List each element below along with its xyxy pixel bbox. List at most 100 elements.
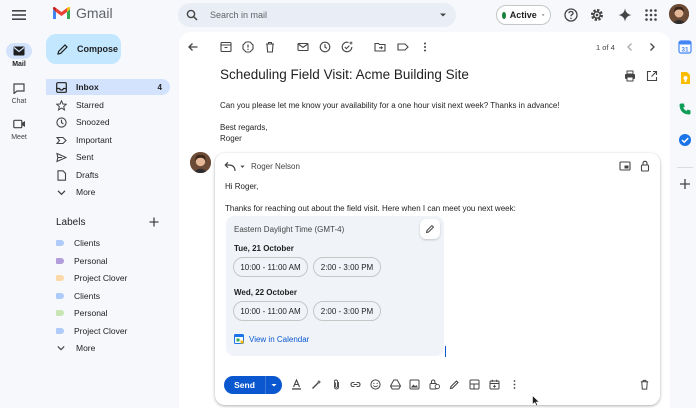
labels-heading: Labels [56,217,86,228]
more-vert-icon [424,42,426,52]
apps-button[interactable] [643,7,659,23]
paperclip-icon [334,379,339,390]
search-input[interactable] [210,10,438,20]
archive-button[interactable] [220,41,232,53]
calendar-app-icon: 31 [678,40,692,54]
label-personal[interactable]: Personal [56,256,108,266]
move-to-button[interactable] [374,41,386,53]
insert-link-button[interactable] [350,379,361,390]
nav-sent[interactable]: Sent [46,149,170,165]
mouse-cursor [532,395,540,407]
label-clients-2[interactable]: Clients [56,291,100,301]
label-name: Clients [74,238,100,248]
back-button[interactable] [187,41,199,53]
schedule-send-button[interactable] [266,381,282,389]
nav-important[interactable]: Important [46,132,170,148]
search-bar[interactable] [178,3,456,27]
side-tasks-button[interactable] [678,133,692,147]
side-keep-button[interactable] [678,71,692,85]
help-me-write-button[interactable] [311,379,322,390]
rail-chat-label: Chat [11,98,27,105]
chevron-down-icon [240,165,245,168]
formatting-button[interactable] [291,379,302,390]
search-icon[interactable] [186,9,198,21]
reply-greeting[interactable]: Hi Roger, [225,182,258,191]
report-spam-button[interactable] [242,41,254,53]
compose-label: Compose [77,44,119,54]
chevron-down-icon [271,384,277,387]
popout-button[interactable] [619,160,631,172]
rail-mail[interactable]: Mail [0,43,38,68]
insert-drive-button[interactable] [390,379,401,390]
status-selector[interactable]: Active [496,5,551,25]
status-dot [502,11,506,19]
schedule-event-button[interactable] [489,379,500,390]
time-slot[interactable]: 10:00 - 11:00 AM [233,257,308,277]
settings-button[interactable] [589,7,605,23]
nav-snoozed[interactable]: Snoozed [46,114,170,130]
labels-more[interactable]: More [56,343,95,353]
email-body: Can you please let me know your availabi… [220,101,560,110]
keep-icon [681,72,690,84]
create-label-button[interactable] [148,216,160,228]
label-project-clover-2[interactable]: Project Clover [56,326,127,336]
open-new-window-button[interactable] [646,70,658,82]
discard-draft-button[interactable] [639,379,650,390]
gmail-icon [53,6,70,19]
insert-emoji-button[interactable] [370,379,381,390]
edit-availability-button[interactable] [420,219,440,239]
time-slot[interactable]: 10:00 - 11:00 AM [233,301,308,321]
clock-icon [319,41,331,53]
search-options-icon[interactable] [438,10,448,20]
confidential-mode-button[interactable] [639,160,651,172]
gemini-button[interactable] [617,7,633,23]
more-actions-button[interactable] [419,41,431,53]
chevron-left-icon [627,43,632,51]
rail-meet[interactable]: Meet [0,116,38,141]
folder-move-icon [374,42,386,52]
send-button-group[interactable]: Send [224,376,282,394]
attach-file-button[interactable] [331,379,342,390]
label-project-clover[interactable]: Project Clover [56,273,127,283]
label-personal-2[interactable]: Personal [56,308,108,318]
time-slot[interactable]: 2:00 - 3:00 PM [313,257,381,277]
nav-starred[interactable]: Starred [46,97,170,113]
reply-text[interactable]: Thanks for reaching out about the field … [225,204,516,213]
view-in-calendar-link[interactable]: View in Calendar [234,334,309,344]
mark-unread-button[interactable] [297,41,309,53]
add-task-button[interactable] [341,41,353,53]
sender-avatar [190,152,211,173]
recipient-name[interactable]: Roger Nelson [251,162,300,171]
delete-button[interactable] [264,41,276,53]
nav-inbox[interactable]: Inbox 4 [46,79,170,95]
get-addons-button[interactable] [678,177,692,191]
side-calendar-button[interactable]: 31 [678,40,692,54]
confidential-toggle-button[interactable] [429,379,440,390]
image-icon [409,379,420,390]
support-button[interactable] [563,7,579,23]
status-label: Active [509,10,537,20]
older-button[interactable] [646,41,658,53]
account-avatar[interactable] [669,4,689,24]
rail-chat[interactable]: Chat [0,80,38,105]
time-slot[interactable]: 2:00 - 3:00 PM [313,301,381,321]
side-contacts-button[interactable] [678,102,692,116]
more-options-button[interactable] [509,379,520,390]
label-clients[interactable]: Clients [56,238,100,248]
nav-drafts[interactable]: Drafts [46,167,170,183]
main-menu-button[interactable] [10,6,28,24]
send-button[interactable]: Send [224,380,265,390]
insert-signature-button[interactable] [449,379,460,390]
reply-type-selector[interactable] [224,161,246,172]
gmail-logo[interactable]: Gmail [52,5,113,21]
newer-button[interactable] [624,41,636,53]
snooze-button[interactable] [319,41,331,53]
templates-button[interactable] [469,379,480,390]
magic-pen-icon [312,379,322,389]
insert-photo-button[interactable] [409,379,420,390]
print-button[interactable] [624,70,636,82]
nav-more[interactable]: More [46,184,170,200]
label-name: Project Clover [74,273,128,283]
compose-button[interactable]: Compose [46,34,121,64]
labels-button[interactable] [397,41,409,53]
